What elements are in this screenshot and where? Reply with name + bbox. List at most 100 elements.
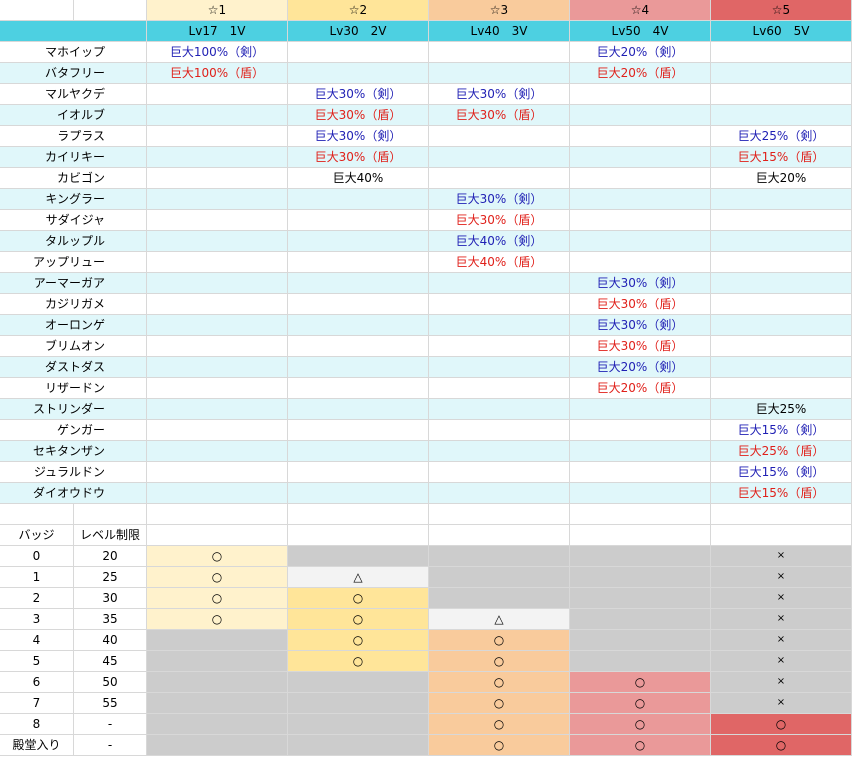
- empty-cell[interactable]: [429, 42, 570, 63]
- availability-cell[interactable]: ○: [429, 714, 570, 735]
- empty-cell[interactable]: [147, 231, 288, 252]
- empty-cell[interactable]: [288, 63, 429, 84]
- level-header-5[interactable]: Lv60 5V: [711, 21, 852, 42]
- availability-cell[interactable]: [288, 735, 429, 756]
- pokemon-name-cell[interactable]: サダイジャ: [0, 210, 147, 231]
- empty-cell[interactable]: [147, 105, 288, 126]
- empty-cell[interactable]: [74, 504, 147, 525]
- empty-cell[interactable]: [147, 294, 288, 315]
- availability-cell[interactable]: ×: [711, 609, 852, 630]
- availability-cell[interactable]: ○: [429, 630, 570, 651]
- empty-cell[interactable]: [147, 84, 288, 105]
- bonus-cell[interactable]: 巨大15%（剣）: [711, 462, 852, 483]
- empty-cell[interactable]: [429, 273, 570, 294]
- empty-cell[interactable]: [429, 315, 570, 336]
- pokemon-name-cell[interactable]: タルップル: [0, 231, 147, 252]
- availability-cell[interactable]: ○: [429, 693, 570, 714]
- empty-cell[interactable]: [147, 399, 288, 420]
- pokemon-name-cell[interactable]: ストリンダー: [0, 399, 147, 420]
- empty-cell[interactable]: [570, 189, 711, 210]
- availability-cell[interactable]: [288, 672, 429, 693]
- empty-cell[interactable]: [147, 147, 288, 168]
- star-header-4[interactable]: ☆4: [570, 0, 711, 21]
- pokemon-name-cell[interactable]: カジリガメ: [0, 294, 147, 315]
- empty-cell[interactable]: [147, 189, 288, 210]
- empty-cell[interactable]: [711, 525, 852, 546]
- empty-cell[interactable]: [429, 168, 570, 189]
- empty-cell[interactable]: [711, 294, 852, 315]
- empty-cell[interactable]: [288, 504, 429, 525]
- availability-cell[interactable]: ○: [288, 630, 429, 651]
- level-limit-cell[interactable]: 50: [74, 672, 147, 693]
- bonus-cell[interactable]: 巨大30%（盾）: [570, 336, 711, 357]
- star-header-2[interactable]: ☆2: [288, 0, 429, 21]
- availability-cell[interactable]: ×: [711, 546, 852, 567]
- pokemon-name-cell[interactable]: アップリュー: [0, 252, 147, 273]
- bonus-cell[interactable]: 巨大30%（剣）: [288, 84, 429, 105]
- level-header-1[interactable]: Lv17 1V: [147, 21, 288, 42]
- availability-cell[interactable]: ○: [429, 651, 570, 672]
- empty-cell[interactable]: [570, 420, 711, 441]
- pokemon-name-cell[interactable]: カイリキー: [0, 147, 147, 168]
- empty-cell[interactable]: [288, 525, 429, 546]
- empty-cell[interactable]: [429, 462, 570, 483]
- availability-cell[interactable]: [570, 609, 711, 630]
- empty-cell[interactable]: [570, 126, 711, 147]
- empty-cell[interactable]: [711, 210, 852, 231]
- bonus-cell[interactable]: 巨大30%（盾）: [570, 294, 711, 315]
- level-header-blank[interactable]: [0, 21, 147, 42]
- empty-cell[interactable]: [711, 315, 852, 336]
- pokemon-name-cell[interactable]: ジュラルドン: [0, 462, 147, 483]
- availability-cell[interactable]: [570, 567, 711, 588]
- empty-cell[interactable]: [288, 357, 429, 378]
- availability-cell[interactable]: ○: [570, 735, 711, 756]
- empty-cell[interactable]: [147, 210, 288, 231]
- empty-cell[interactable]: [147, 420, 288, 441]
- availability-cell[interactable]: [147, 735, 288, 756]
- badge-count-cell[interactable]: 4: [0, 630, 74, 651]
- empty-cell[interactable]: [147, 273, 288, 294]
- bonus-cell[interactable]: 巨大20%（盾）: [570, 378, 711, 399]
- empty-cell[interactable]: [288, 462, 429, 483]
- empty-cell[interactable]: [288, 315, 429, 336]
- empty-cell[interactable]: [429, 420, 570, 441]
- availability-cell[interactable]: [570, 651, 711, 672]
- empty-cell[interactable]: [570, 210, 711, 231]
- empty-cell[interactable]: [147, 483, 288, 504]
- pokemon-name-cell[interactable]: セキタンザン: [0, 441, 147, 462]
- empty-cell[interactable]: [570, 462, 711, 483]
- empty-cell[interactable]: [429, 357, 570, 378]
- empty-cell[interactable]: [711, 336, 852, 357]
- availability-cell[interactable]: ○: [288, 609, 429, 630]
- bonus-cell[interactable]: 巨大100%（盾）: [147, 63, 288, 84]
- availability-cell[interactable]: ×: [711, 672, 852, 693]
- empty-cell[interactable]: [711, 378, 852, 399]
- pokemon-name-cell[interactable]: アーマーガア: [0, 273, 147, 294]
- bonus-cell[interactable]: 巨大15%（盾）: [711, 147, 852, 168]
- pokemon-name-cell[interactable]: マホイップ: [0, 42, 147, 63]
- empty-cell[interactable]: [570, 168, 711, 189]
- bonus-cell[interactable]: 巨大15%（盾）: [711, 483, 852, 504]
- pokemon-name-cell[interactable]: ラプラス: [0, 126, 147, 147]
- bonus-cell[interactable]: 巨大30%（盾）: [288, 105, 429, 126]
- pokemon-name-cell[interactable]: カビゴン: [0, 168, 147, 189]
- bonus-cell[interactable]: 巨大25%（剣）: [711, 126, 852, 147]
- bonus-cell[interactable]: 巨大20%（剣）: [570, 42, 711, 63]
- availability-cell[interactable]: ×: [711, 630, 852, 651]
- pokemon-name-cell[interactable]: マルヤクデ: [0, 84, 147, 105]
- empty-cell[interactable]: [570, 231, 711, 252]
- availability-cell[interactable]: [147, 693, 288, 714]
- level-limit-cell[interactable]: 35: [74, 609, 147, 630]
- availability-cell[interactable]: ○: [429, 735, 570, 756]
- empty-cell[interactable]: [711, 231, 852, 252]
- empty-cell[interactable]: [288, 378, 429, 399]
- bonus-cell[interactable]: 巨大40%（盾）: [429, 252, 570, 273]
- level-limit-cell[interactable]: 30: [74, 588, 147, 609]
- empty-cell[interactable]: [147, 441, 288, 462]
- availability-cell[interactable]: ○: [570, 714, 711, 735]
- bonus-cell[interactable]: 巨大40%: [288, 168, 429, 189]
- availability-cell[interactable]: ×: [711, 693, 852, 714]
- availability-cell[interactable]: [288, 714, 429, 735]
- level-limit-cell[interactable]: 55: [74, 693, 147, 714]
- empty-cell[interactable]: [147, 252, 288, 273]
